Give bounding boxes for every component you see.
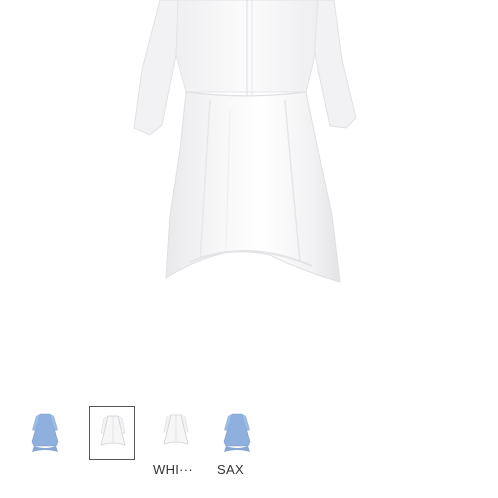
main-product-image xyxy=(0,0,498,395)
thumbnail-white-dress[interactable] xyxy=(89,406,135,460)
thumbnail-strip: WHI··· SAX xyxy=(0,400,498,498)
thumbnail-blue-dress[interactable] xyxy=(22,406,68,460)
color-swatch-sax[interactable] xyxy=(214,406,260,460)
white-shirt-dress-color-swatch xyxy=(163,414,189,445)
color-label-sax: SAX xyxy=(217,462,244,477)
white-peplum-shirt-dress-image xyxy=(133,0,357,283)
white-shirt-dress-thumbnail xyxy=(100,415,126,446)
color-label-white: WHI··· xyxy=(153,462,194,477)
color-swatch-white[interactable] xyxy=(153,406,199,460)
blue-shirt-dress-thumbnail xyxy=(31,413,59,452)
sax-blue-shirt-dress-color-swatch xyxy=(223,413,251,452)
